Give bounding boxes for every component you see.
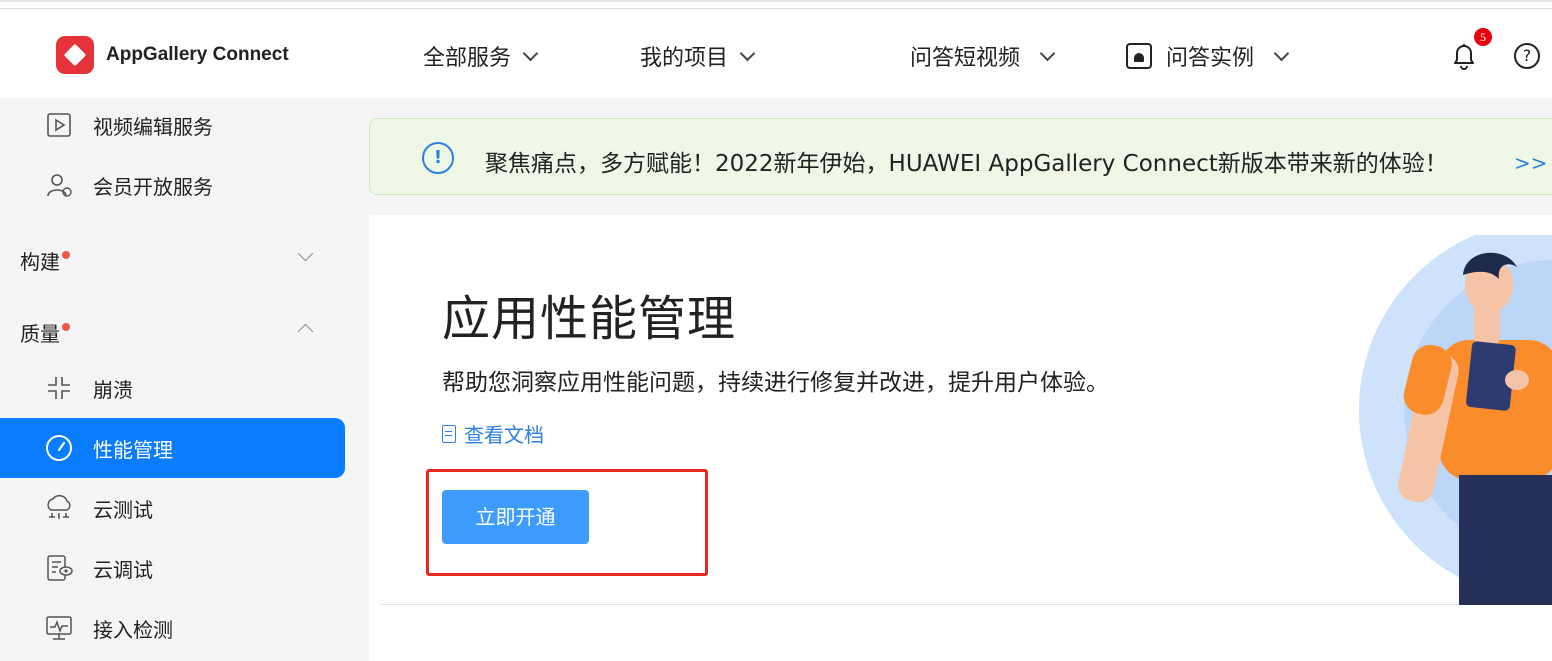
crash-icon xyxy=(44,373,74,403)
sidebar-item-label: 接入检测 xyxy=(93,617,173,642)
activate-now-button[interactable]: 立即开通 xyxy=(442,490,589,544)
sidebar-item-label: 视频编辑服务 xyxy=(93,114,213,139)
nav-label: 问答短视频 xyxy=(910,46,1021,71)
nav-my-projects[interactable]: 我的项目 xyxy=(640,40,756,72)
page-description: 帮助您洞察应用性能问题，持续进行修复并改进，提升用户体验。 xyxy=(442,370,1109,396)
status-dot xyxy=(62,323,70,331)
sidebar: 视频编辑服务 会员开放服务 构建 质量 崩溃 性能管理 云测试 云调试 接入检测 xyxy=(0,98,369,661)
sidebar-item-member[interactable]: 会员开放服务 xyxy=(0,155,345,215)
cloud-test-icon xyxy=(44,493,74,523)
android-icon xyxy=(1126,43,1152,69)
appgallery-logo-icon[interactable] xyxy=(56,36,94,74)
sidebar-item-crash[interactable]: 崩溃 xyxy=(0,358,345,418)
chevron-down-icon xyxy=(739,45,756,61)
notice-text: 聚焦痛点，多方赋能！2022新年伊始，HUAWEI AppGallery Con… xyxy=(485,151,1448,177)
chevron-down-icon xyxy=(522,45,539,61)
group-label: 质量 xyxy=(20,322,60,346)
page-title: 应用性能管理 xyxy=(442,291,737,347)
brand-name[interactable]: AppGallery Connect xyxy=(106,44,289,66)
chevron-down-icon xyxy=(1273,45,1290,61)
chevron-down-icon xyxy=(1039,45,1056,61)
sidebar-item-label: 云调试 xyxy=(93,557,153,582)
notice-more-link[interactable]: >> 了 xyxy=(1514,147,1552,176)
sidebar-item-cloud-debug[interactable]: 云调试 xyxy=(0,538,345,598)
nav-label: 我的项目 xyxy=(640,46,729,71)
view-docs-label: 查看文档 xyxy=(464,423,544,447)
sidebar-group-quality[interactable]: 质量 xyxy=(20,318,70,347)
service-intro-card: 应用性能管理 帮助您洞察应用性能问题，持续进行修复并改进，提升用户体验。 查看文… xyxy=(369,215,1552,661)
gauge-icon xyxy=(44,433,74,463)
sidebar-item-label: 性能管理 xyxy=(93,437,173,462)
sidebar-group-build[interactable]: 构建 xyxy=(20,246,70,275)
info-icon: ! xyxy=(422,142,454,174)
group-label: 构建 xyxy=(20,250,60,274)
top-border-line xyxy=(0,8,1552,9)
chevron-down-icon[interactable] xyxy=(297,245,314,262)
nav-qa-examples[interactable]: 问答实例 xyxy=(1126,40,1290,72)
document-icon xyxy=(442,424,456,443)
nav-label: 问答实例 xyxy=(1166,46,1255,71)
help-icon[interactable]: ? xyxy=(1514,43,1540,69)
nav-label: 全部服务 xyxy=(423,46,512,71)
video-edit-icon xyxy=(44,110,74,140)
monitor-check-icon xyxy=(44,613,74,643)
sidebar-item-access-check[interactable]: 接入检测 xyxy=(0,598,345,658)
view-docs-link[interactable]: 查看文档 xyxy=(442,419,544,448)
sidebar-item-video-edit[interactable]: 视频编辑服务 xyxy=(0,95,345,155)
top-bar: AppGallery Connect 全部服务 我的项目 问答短视频 问答实例 … xyxy=(0,0,1552,98)
nav-all-services[interactable]: 全部服务 xyxy=(423,40,539,72)
chevron-up-icon[interactable] xyxy=(297,323,314,340)
notice-banner: ! 聚焦痛点，多方赋能！2022新年伊始，HUAWEI AppGallery C… xyxy=(369,118,1552,195)
bell-icon[interactable] xyxy=(1451,42,1477,70)
sidebar-item-label: 崩溃 xyxy=(93,377,133,402)
sidebar-item-performance[interactable]: 性能管理 xyxy=(0,418,345,478)
sidebar-item-cloud-test[interactable]: 云测试 xyxy=(0,478,345,538)
member-icon xyxy=(44,170,74,200)
sidebar-item-label: 会员开放服务 xyxy=(93,174,213,199)
cloud-debug-icon xyxy=(44,553,74,583)
sidebar-item-label: 云测试 xyxy=(93,497,153,522)
status-dot xyxy=(62,251,70,259)
person-illustration xyxy=(1359,235,1552,605)
nav-qa-videos[interactable]: 问答短视频 xyxy=(910,40,1056,72)
notification-badge: 5 xyxy=(1474,28,1492,46)
